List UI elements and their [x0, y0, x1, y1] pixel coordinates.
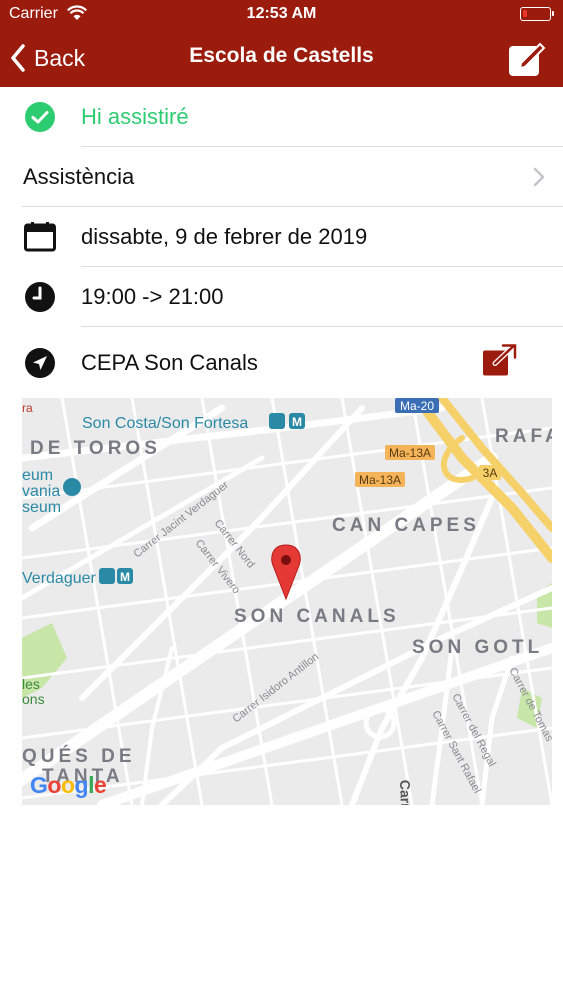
attendance-status-label: Hi assistiré — [81, 104, 189, 129]
street-carr: Carr — [397, 780, 414, 805]
location-name: CEPA Son Canals — [81, 349, 258, 375]
map-label-museum-1: eum — [22, 467, 53, 484]
svg-text:M: M — [120, 570, 130, 584]
map-label-son-gotl: SON GOTL — [412, 637, 543, 658]
map-label-les: les — [22, 676, 40, 692]
map-canvas[interactable]: Ma-20 Ma-13A Ma-13A 3A DE TOROS RAFA CAN… — [22, 398, 552, 805]
map-label-museum-3: seum — [22, 499, 61, 516]
check-circle-icon — [23, 100, 57, 134]
map-label-rafa: RAFA — [495, 426, 552, 447]
assistance-label: Assistència — [23, 164, 135, 189]
map-label-can-capes: CAN CAPES — [332, 515, 480, 536]
event-date: dissabte, 9 de febrer de 2019 — [81, 224, 368, 249]
google-logo: Google — [30, 772, 107, 798]
assistance-row[interactable]: Assistència — [0, 147, 563, 207]
time-row: 19:00 -> 21:00 — [0, 267, 563, 327]
status-bar: Carrier 12:53 AM — [0, 0, 563, 30]
open-in-maps-button[interactable] — [481, 343, 517, 382]
attendance-status-row[interactable]: Hi assistiré — [0, 87, 563, 147]
location-arrow-icon — [23, 346, 57, 380]
map-label-ma20: Ma-20 — [400, 399, 434, 413]
date-row: dissabte, 9 de febrer de 2019 — [0, 207, 563, 267]
map-label-ra: ra — [22, 401, 33, 415]
battery-icon — [520, 7, 554, 21]
event-time-range: 19:00 -> 21:00 — [81, 284, 224, 309]
map-label-ma13a-2: Ma-13A — [359, 473, 401, 487]
map-label-ma13a-1: Ma-13A — [389, 446, 431, 460]
edit-icon — [509, 42, 546, 76]
navigation-bar: Carrier 12:53 AM Back Escola de Castells — [0, 0, 563, 87]
map-label-ques-de: QUÉS DE — [22, 745, 136, 767]
map-label-verdaguer: Verdaguer — [22, 570, 97, 587]
location-row: CEPA Son Canals — [0, 327, 563, 398]
map-label-toros: DE TOROS — [30, 438, 161, 459]
page-title: Escola de Castells — [189, 44, 374, 67]
location-map[interactable]: Ma-20 Ma-13A Ma-13A 3A DE TOROS RAFA CAN… — [22, 398, 552, 805]
calendar-icon — [23, 220, 57, 254]
edit-button[interactable] — [507, 38, 547, 78]
map-label-son-canals: SON CANALS — [234, 606, 400, 627]
map-label-metro-station: Son Costa/Son Fortesa — [82, 415, 248, 432]
map-label-museum-2: vania — [22, 483, 60, 500]
map-label-3a: 3A — [483, 466, 498, 480]
clock-time: 12:53 AM — [246, 5, 317, 22]
clock-icon — [23, 280, 57, 314]
svg-text:M: M — [292, 415, 302, 429]
chevron-right-icon — [533, 167, 545, 187]
museum-poi-icon — [63, 478, 81, 496]
external-link-icon — [483, 343, 517, 375]
map-label-ons: ons — [22, 691, 45, 707]
